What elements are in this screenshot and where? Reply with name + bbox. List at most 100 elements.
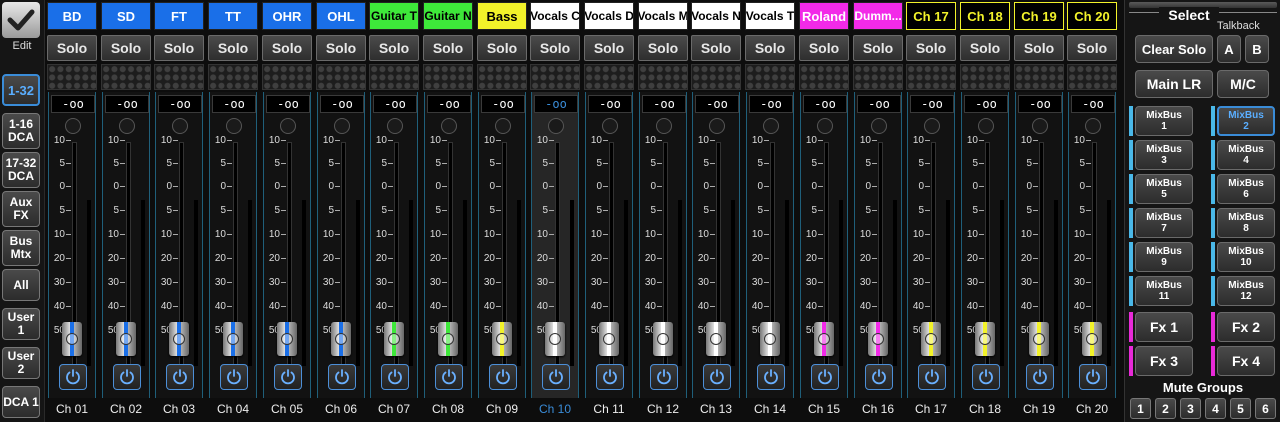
bank-button-4[interactable]: Bus Mtx	[2, 230, 40, 266]
solo-button[interactable]: Solo	[369, 35, 419, 61]
channel-name[interactable]: Bass	[477, 2, 527, 30]
mixbus-button[interactable]: MixBus 3	[1135, 140, 1193, 170]
pan-knob[interactable]	[119, 118, 135, 134]
mute-group-button[interactable]: 1	[1130, 398, 1151, 419]
mute-power-button[interactable]	[650, 364, 678, 390]
pan-knob[interactable]	[656, 118, 672, 134]
fader-handle[interactable]	[760, 322, 780, 356]
pan-knob[interactable]	[817, 118, 833, 134]
channel-name[interactable]: Ch 17	[906, 2, 956, 30]
pan-knob[interactable]	[763, 118, 779, 134]
mixbus-button[interactable]: MixBus 10	[1217, 242, 1275, 272]
mixbus-button[interactable]: MixBus 8	[1217, 208, 1275, 238]
pan-knob[interactable]	[334, 118, 350, 134]
fader-handle[interactable]	[599, 322, 619, 356]
channel-name[interactable]: SD	[101, 2, 151, 30]
channel-name[interactable]: Vocals T	[745, 2, 795, 30]
solo-button[interactable]: Solo	[853, 35, 903, 61]
fader-handle[interactable]	[331, 322, 351, 356]
pan-knob[interactable]	[495, 118, 511, 134]
solo-button[interactable]: Solo	[584, 35, 634, 61]
mute-power-button[interactable]	[918, 364, 946, 390]
mute-power-button[interactable]	[59, 364, 87, 390]
mute-power-button[interactable]	[489, 364, 517, 390]
mixbus-button[interactable]: MixBus 1	[1135, 106, 1193, 136]
pan-knob[interactable]	[280, 118, 296, 134]
mute-power-button[interactable]	[757, 364, 785, 390]
channel-name[interactable]: Vocals M	[638, 2, 688, 30]
channel-name[interactable]: OHL	[316, 2, 366, 30]
pan-knob[interactable]	[65, 118, 81, 134]
pan-knob[interactable]	[978, 118, 994, 134]
mute-power-button[interactable]	[113, 364, 141, 390]
fader-handle[interactable]	[384, 322, 404, 356]
channel-name[interactable]: BD	[47, 2, 97, 30]
channel-name[interactable]: OHR	[262, 2, 312, 30]
mute-power-button[interactable]	[972, 364, 1000, 390]
solo-button[interactable]: Solo	[1014, 35, 1064, 61]
mute-power-button[interactable]	[811, 364, 839, 390]
mc-button[interactable]: M/C	[1217, 70, 1269, 98]
channel-name[interactable]: Guitar T	[369, 2, 419, 30]
mixbus-button[interactable]: MixBus 11	[1135, 276, 1193, 306]
channel-name[interactable]: TT	[208, 2, 258, 30]
fader-handle[interactable]	[975, 322, 995, 356]
pan-knob[interactable]	[924, 118, 940, 134]
fader-handle[interactable]	[868, 322, 888, 356]
mute-power-button[interactable]	[274, 364, 302, 390]
mixbus-button[interactable]: MixBus 12	[1217, 276, 1275, 306]
fader-handle[interactable]	[814, 322, 834, 356]
bank-button-5[interactable]: All	[2, 269, 40, 301]
solo-button[interactable]: Solo	[316, 35, 366, 61]
pan-knob[interactable]	[172, 118, 188, 134]
mixbus-button[interactable]: MixBus 5	[1135, 174, 1193, 204]
mute-power-button[interactable]	[865, 364, 893, 390]
channel-name[interactable]: Guitar N	[423, 2, 473, 30]
bank-button-6[interactable]: User 1	[2, 308, 40, 340]
solo-button[interactable]: Solo	[47, 35, 97, 61]
solo-button[interactable]: Solo	[906, 35, 956, 61]
mute-power-button[interactable]	[381, 364, 409, 390]
channel-name[interactable]: Dumm...	[853, 2, 903, 30]
solo-button[interactable]: Solo	[638, 35, 688, 61]
bank-button-1[interactable]: 1-16 DCA	[2, 113, 40, 149]
mute-power-button[interactable]	[166, 364, 194, 390]
bank-button-0[interactable]: 1-32	[2, 74, 40, 106]
fader-handle[interactable]	[921, 322, 941, 356]
solo-button[interactable]: Solo	[208, 35, 258, 61]
mixbus-button[interactable]: MixBus 7	[1135, 208, 1193, 238]
solo-button[interactable]: Solo	[691, 35, 741, 61]
fader-handle[interactable]	[545, 322, 565, 356]
mute-group-button[interactable]: 4	[1205, 398, 1226, 419]
fader-handle[interactable]	[492, 322, 512, 356]
talkback-b-button[interactable]: B	[1245, 35, 1269, 63]
talkback-a-button[interactable]: A	[1217, 35, 1241, 63]
bank-button-7[interactable]: User 2	[2, 347, 40, 379]
solo-button[interactable]: Solo	[745, 35, 795, 61]
mute-power-button[interactable]	[435, 364, 463, 390]
mixbus-button[interactable]: MixBus 4	[1217, 140, 1275, 170]
channel-name[interactable]: FT	[154, 2, 204, 30]
mute-power-button[interactable]	[328, 364, 356, 390]
fader-handle[interactable]	[223, 322, 243, 356]
channel-name[interactable]: Ch 19	[1014, 2, 1064, 30]
mixbus-button[interactable]: MixBus 9	[1135, 242, 1193, 272]
edit-button[interactable]	[2, 2, 40, 38]
pan-knob[interactable]	[602, 118, 618, 134]
mute-power-button[interactable]	[542, 364, 570, 390]
fader-handle[interactable]	[169, 322, 189, 356]
clear-solo-button[interactable]: Clear Solo	[1135, 35, 1213, 63]
solo-button[interactable]: Solo	[799, 35, 849, 61]
mute-power-button[interactable]	[1079, 364, 1107, 390]
mute-power-button[interactable]	[596, 364, 624, 390]
mute-group-button[interactable]: 6	[1255, 398, 1276, 419]
mute-power-button[interactable]	[1026, 364, 1054, 390]
pan-knob[interactable]	[226, 118, 242, 134]
mute-power-button[interactable]	[220, 364, 248, 390]
fader-handle[interactable]	[62, 322, 82, 356]
mixbus-button[interactable]: MixBus 2	[1217, 106, 1275, 136]
mute-group-button[interactable]: 2	[1155, 398, 1176, 419]
fader-handle[interactable]	[277, 322, 297, 356]
fx-button[interactable]: Fx 3	[1135, 346, 1193, 376]
pan-knob[interactable]	[548, 118, 564, 134]
